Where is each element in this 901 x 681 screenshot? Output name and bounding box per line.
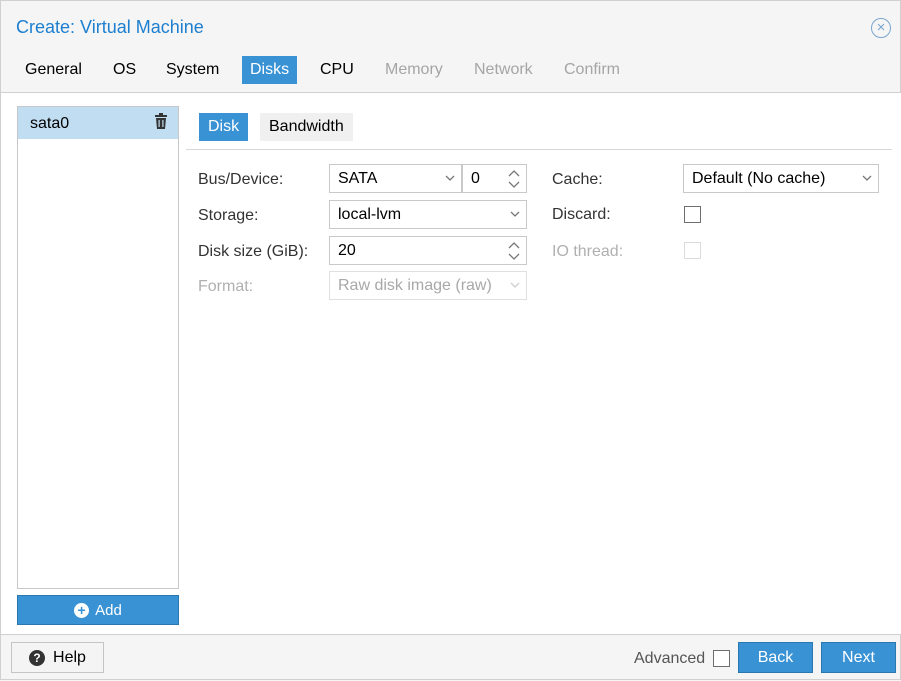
dialog-title: Create: Virtual Machine [16, 17, 204, 37]
cache-label: Cache: [552, 171, 603, 188]
close-icon[interactable]: × [871, 18, 891, 38]
tab-network: Network [474, 61, 533, 78]
tab-disks[interactable]: Disks [242, 56, 298, 84]
trash-icon[interactable] [154, 113, 168, 129]
chevron-down-icon [862, 175, 872, 181]
wizard-tabs: General OS System Disks CPU Memory Netwo… [1, 55, 900, 91]
disk-list-item[interactable]: sata0 [18, 107, 178, 139]
tab-cpu[interactable]: CPU [312, 56, 362, 84]
format-label: Format: [198, 278, 254, 295]
spinner-icon[interactable] [508, 240, 520, 262]
next-button[interactable]: Next [821, 642, 896, 673]
io-thread-checkbox [684, 242, 701, 259]
disk-list: sata0 [17, 106, 179, 589]
chevron-down-icon [445, 175, 455, 181]
format-value: Raw disk image (raw) [338, 277, 492, 294]
bus-value: SATA [338, 170, 378, 187]
back-button[interactable]: Back [738, 642, 813, 673]
subtab-disk[interactable]: Disk [199, 113, 249, 141]
next-label: Next [842, 648, 875, 666]
bus-select[interactable]: SATA [329, 164, 462, 193]
add-disk-button[interactable]: + Add [17, 595, 179, 625]
subtab-bandwidth[interactable]: Bandwidth [260, 113, 353, 141]
back-label: Back [757, 648, 794, 666]
discard-label: Discard: [552, 206, 611, 223]
tab-os[interactable]: OS [105, 56, 144, 84]
bus-device-label: Bus/Device: [198, 171, 284, 188]
disk-item-label: sata0 [30, 115, 70, 132]
tab-memory: Memory [385, 61, 443, 78]
storage-label: Storage: [198, 207, 259, 224]
disk-size-value: 20 [338, 242, 356, 259]
disk-size-stepper[interactable]: 20 [329, 236, 527, 265]
storage-value: local-lvm [338, 206, 402, 223]
spinner-icon[interactable] [508, 168, 520, 190]
question-circle-icon: ? [29, 649, 46, 666]
dialog-titlebar: Create: Virtual Machine × [1, 1, 900, 53]
tab-system[interactable]: System [158, 56, 227, 84]
advanced-label: Advanced [634, 650, 706, 667]
help-button[interactable]: ? Help [11, 642, 104, 673]
advanced-checkbox[interactable] [713, 650, 730, 667]
disk-size-label: Disk size (GiB): [198, 243, 309, 260]
disk-subtabs: Disk Bandwidth [186, 93, 892, 150]
cache-value: Default (No cache) [692, 170, 826, 187]
discard-checkbox[interactable] [684, 206, 701, 223]
device-number-stepper[interactable]: 0 [462, 164, 527, 193]
chevron-down-icon [510, 282, 520, 288]
dialog-footer: ? Help Advanced Back Next [1, 636, 901, 681]
chevron-down-icon [510, 211, 520, 217]
add-disk-label: Add [95, 601, 122, 619]
cache-select[interactable]: Default (No cache) [683, 164, 879, 193]
device-value: 0 [471, 170, 480, 187]
storage-select[interactable]: local-lvm [329, 200, 527, 229]
tab-general[interactable]: General [17, 56, 90, 84]
create-vm-dialog: Create: Virtual Machine × General OS Sys… [0, 0, 901, 680]
tab-confirm: Confirm [564, 61, 621, 78]
help-label: Help [53, 648, 86, 666]
plus-circle-icon: + [74, 602, 90, 618]
format-select: Raw disk image (raw) [329, 271, 527, 300]
io-thread-label: IO thread: [552, 243, 624, 260]
disks-panel: sata0 + Add Disk Bandwidth Bus/Device: S… [1, 92, 901, 635]
